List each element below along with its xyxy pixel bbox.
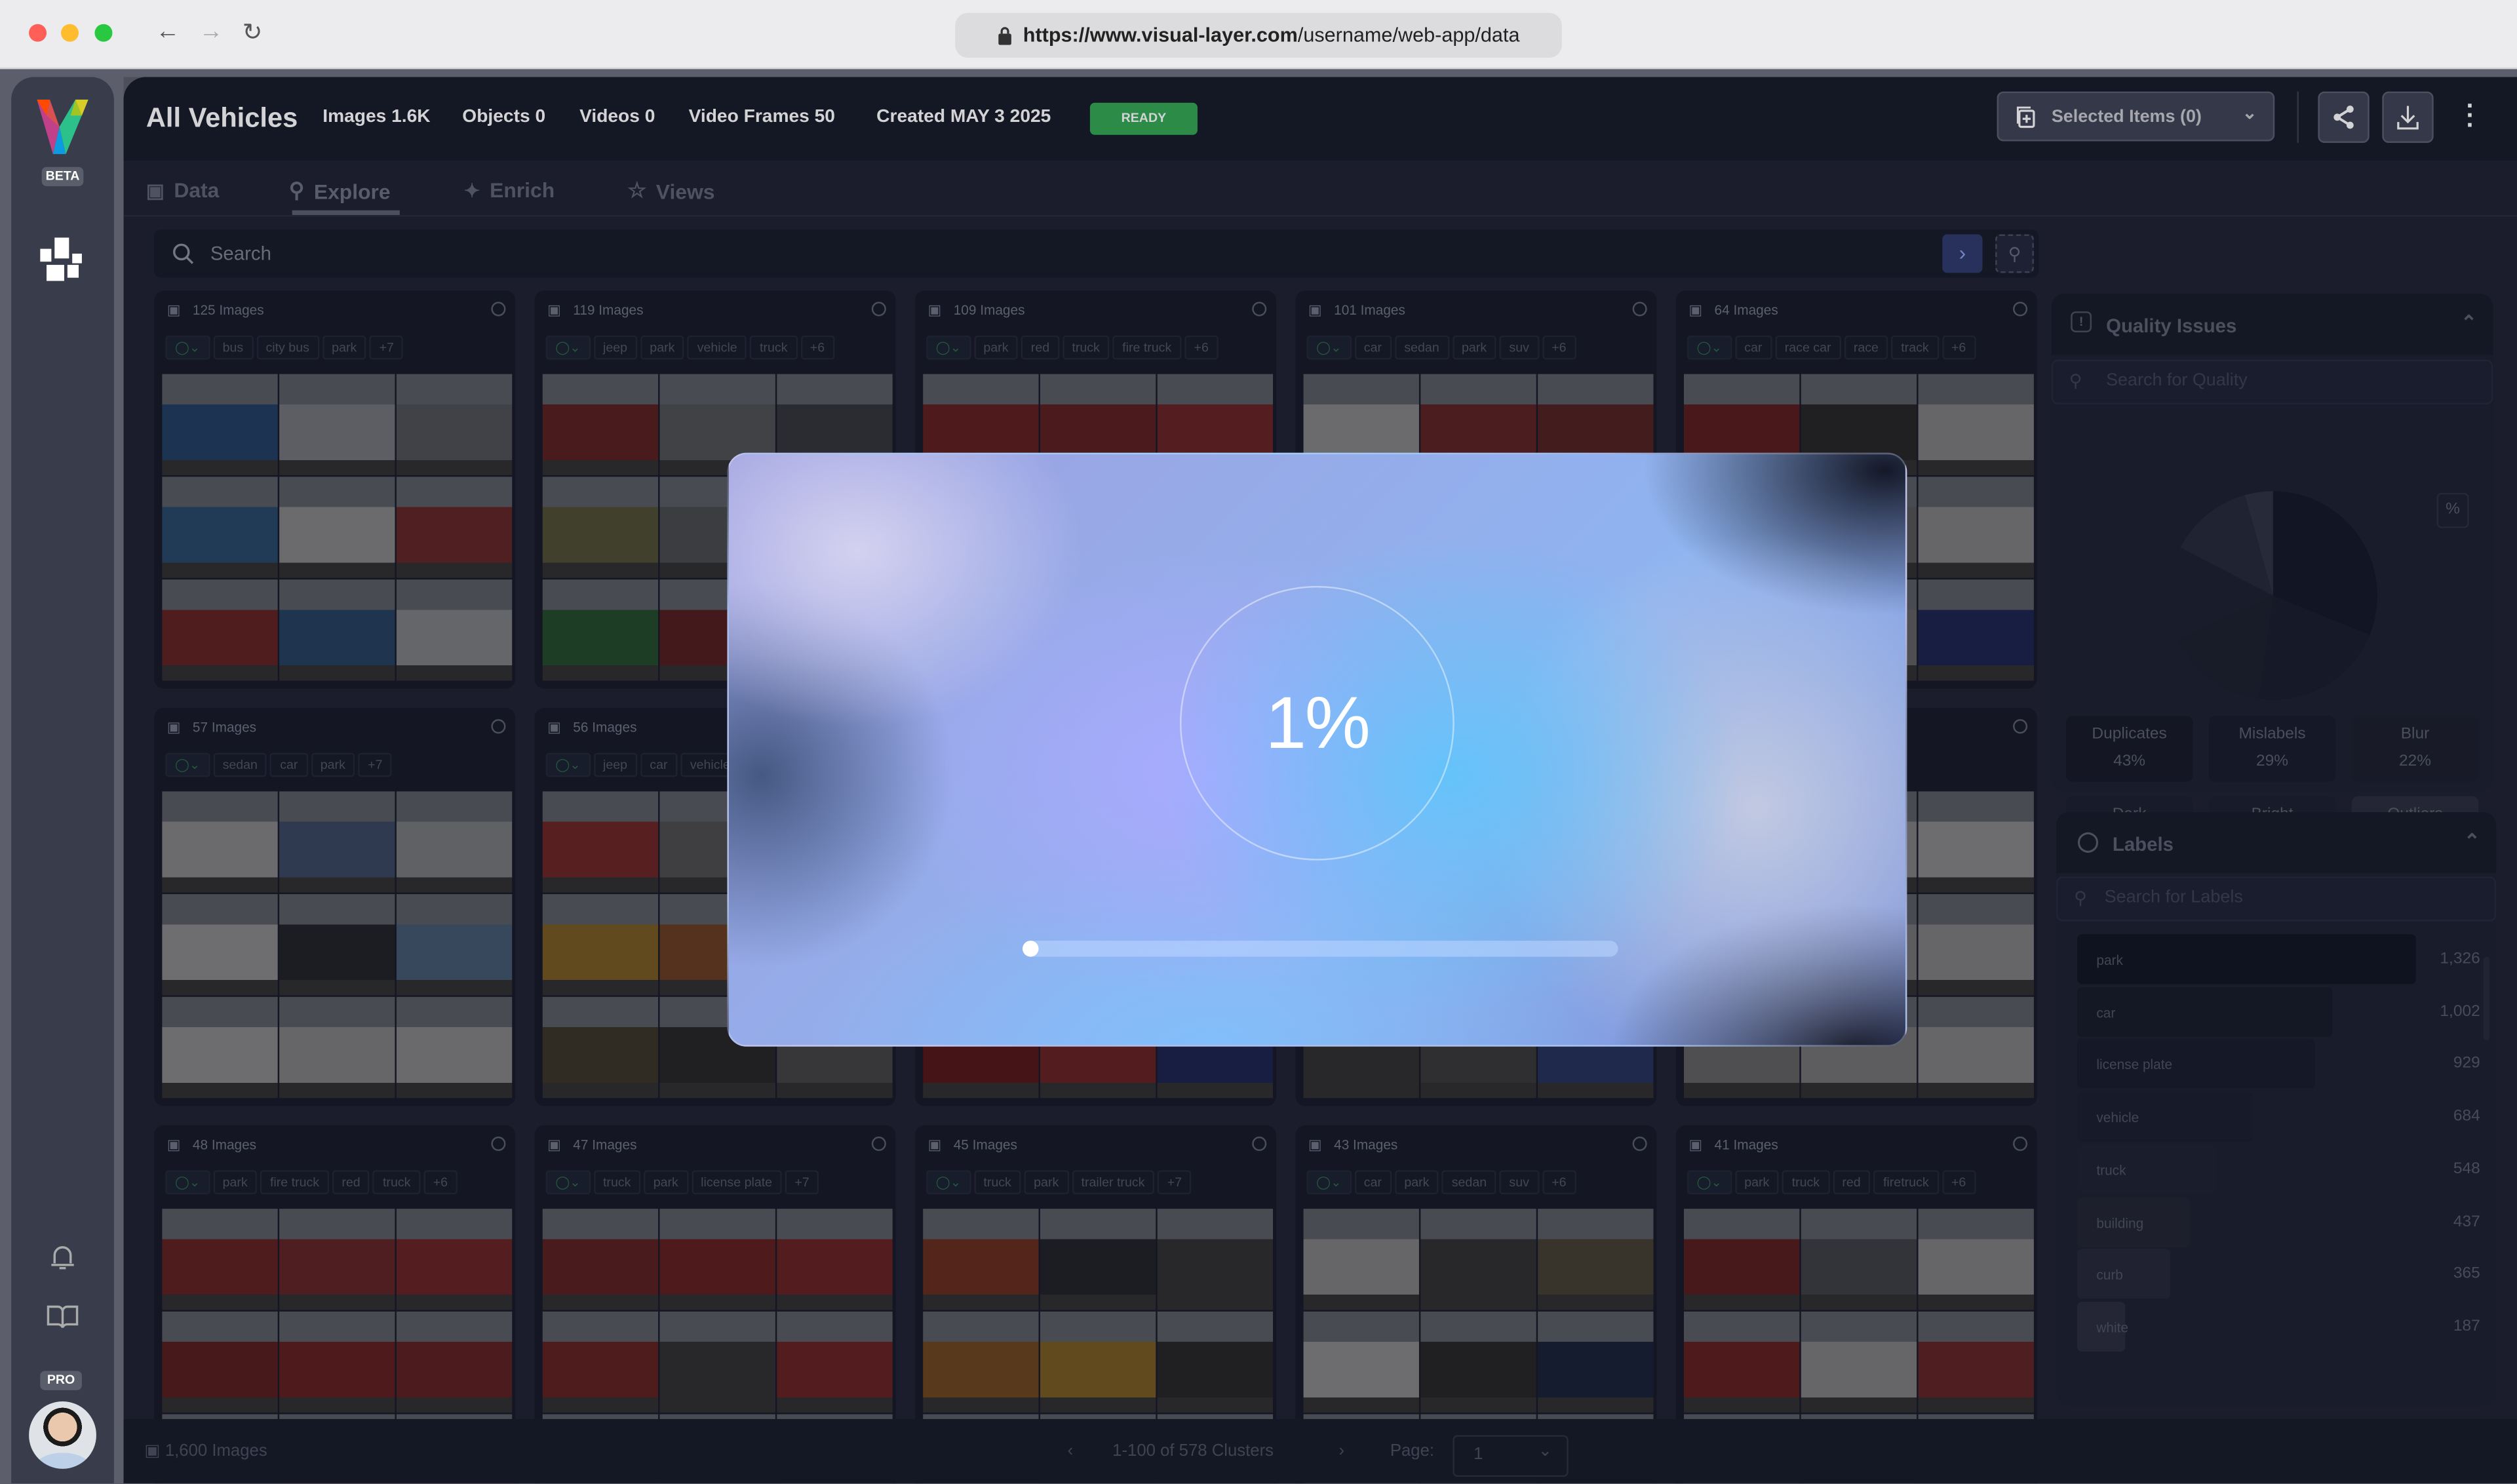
processing-modal: 1% xyxy=(727,452,1907,1047)
beta-badge: BETA xyxy=(41,166,84,187)
browser-toolbar: ← → ↻ https://www.visual-layer.com/usern… xyxy=(0,0,2517,69)
progress-bar xyxy=(1023,941,1618,957)
sidebar: BETA PRO xyxy=(11,77,114,1483)
pro-badge: PRO xyxy=(40,1371,82,1390)
visual-layer-logo[interactable] xyxy=(37,99,88,155)
url-path: /username/web-app/data xyxy=(1297,24,1520,47)
address-bar[interactable]: https://www.visual-layer.com/username/we… xyxy=(955,12,1562,58)
datasets-icon[interactable] xyxy=(40,237,85,283)
url-domain: https://www.visual-layer.com xyxy=(1023,24,1298,47)
docs-book-icon[interactable] xyxy=(47,1305,79,1329)
app-window: ← → ↻ https://www.visual-layer.com/usern… xyxy=(0,0,2517,1483)
maximize-window-button[interactable] xyxy=(94,24,113,42)
progress-bar-fill xyxy=(1023,941,1039,957)
forward-arrow-icon[interactable]: → xyxy=(199,18,224,45)
minimize-window-button[interactable] xyxy=(61,24,79,42)
back-arrow-icon[interactable]: ← xyxy=(156,18,180,45)
bell-icon[interactable] xyxy=(50,1244,75,1272)
close-window-button[interactable] xyxy=(29,24,47,42)
progress-percent: 1% xyxy=(1265,680,1370,764)
reload-icon[interactable]: ↻ xyxy=(243,18,263,47)
user-avatar[interactable] xyxy=(29,1401,96,1469)
lock-icon xyxy=(999,27,1012,45)
